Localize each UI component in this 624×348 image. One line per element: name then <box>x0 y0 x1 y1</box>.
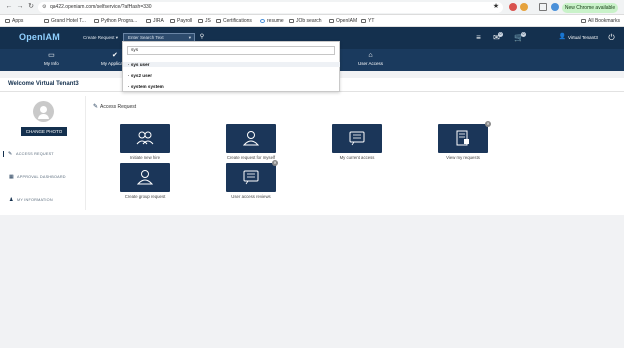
url-text: qa422.openiam.com/selfservice/?afHash=33… <box>50 4 152 10</box>
suggestion-item[interactable]: · sys2 user <box>128 73 152 78</box>
section-title: ✎ Access Request <box>93 104 137 110</box>
change-photo-button[interactable]: CHANGE PHOTO <box>21 127 67 136</box>
chrome-update-button[interactable]: New Chrome available <box>562 3 618 13</box>
wrench-icon: ✎ <box>93 104 99 110</box>
folder-icon <box>581 18 586 23</box>
close-icon[interactable]: ✕ <box>272 160 278 166</box>
bookmark-folder[interactable]: JIRA <box>146 17 164 25</box>
wrench-icon: ✎ <box>8 151 13 157</box>
all-bookmarks[interactable]: All Bookmarks <box>581 17 620 25</box>
tile-create-request-myself[interactable] <box>226 124 276 153</box>
users-icon <box>136 131 154 145</box>
extension-icon[interactable] <box>520 3 528 11</box>
basket-icon: ⌂ <box>368 52 373 59</box>
globe-icon <box>260 18 265 23</box>
cart-count-badge: 0 <box>521 32 526 37</box>
suggestion-item[interactable]: · sys user <box>123 62 340 67</box>
sidebar-item-approval-dashboard[interactable]: ▦ APPROVAL DASHBOARD <box>9 174 66 180</box>
extensions-puzzle-icon[interactable] <box>539 3 547 11</box>
profile-avatar[interactable] <box>551 3 559 11</box>
content-panel <box>0 92 624 215</box>
user-icon <box>242 131 260 146</box>
tile-label: User access reviews <box>231 194 271 199</box>
reload-icon[interactable]: ↻ <box>27 3 35 11</box>
nav-user-access[interactable]: ⌂ User Access <box>358 52 383 66</box>
menu-icon[interactable]: ≡ <box>474 33 483 42</box>
avatar-head <box>40 106 47 113</box>
sidebar-item-my-information[interactable]: ♟ MY INFORMATION <box>9 197 53 203</box>
bookmark-folder[interactable]: OpenIAM <box>329 17 357 25</box>
browser-toolbar: ← → ↻ ⚙ qa422.openiam.com/selfservice/?a… <box>0 0 624 15</box>
folder-icon <box>146 18 151 23</box>
power-icon[interactable]: ⏻ <box>607 33 616 42</box>
tile-label: View my requests <box>446 155 480 160</box>
user-icon: 👤 <box>558 34 567 40</box>
nav-my-info[interactable]: ▭ My Info <box>44 52 59 66</box>
id-card-icon <box>243 170 259 185</box>
dashboard-icon: ▦ <box>9 174 14 180</box>
folder-icon <box>329 18 334 23</box>
site-info-icon[interactable]: ⚙ <box>42 2 46 13</box>
document-lock-icon <box>456 130 469 146</box>
close-icon[interactable]: ✕ <box>485 121 491 127</box>
user-menu[interactable]: Virtual Tenant3 <box>568 35 598 40</box>
bookmark-folder[interactable]: YT <box>361 17 374 25</box>
tile-my-current-access[interactable] <box>332 124 382 153</box>
sidebar-item-access-request[interactable]: ✎ ACCESS REQUEST <box>3 151 54 157</box>
tile-user-access-reviews[interactable] <box>226 163 276 192</box>
back-icon[interactable]: ← <box>5 3 13 11</box>
bookmark-folder[interactable]: JOb search <box>289 17 322 25</box>
tile-label: My current access <box>339 155 375 160</box>
bookmark-item[interactable]: Grand Hotel T... <box>44 17 86 25</box>
sidebar-divider <box>85 96 86 210</box>
bookmark-item[interactable]: Python Progra... <box>94 17 137 25</box>
user-icon: ♟ <box>9 197 14 203</box>
folder-icon <box>198 18 203 23</box>
extension-icon[interactable] <box>509 3 517 11</box>
openiam-logo[interactable]: OpenIAM <box>19 32 60 42</box>
bookmark-apps[interactable]: Apps <box>5 17 23 25</box>
welcome-heading: Welcome Virtual Tenant3 <box>8 81 79 87</box>
suggestion-item[interactable]: · system system <box>128 84 164 89</box>
address-bar[interactable]: ⚙ qa422.openiam.com/selfservice/?afHash=… <box>38 2 503 13</box>
tile-create-group-request[interactable] <box>120 163 170 192</box>
bookmark-folder[interactable]: Certifications <box>216 17 252 25</box>
create-request-select[interactable]: Create Request ▾ <box>83 34 119 42</box>
avatar <box>33 101 54 122</box>
bookmark-item[interactable]: resume <box>260 17 284 25</box>
dropdown-search-input[interactable]: sys <box>127 46 335 55</box>
tile-initiate-new-hire[interactable] <box>120 124 170 153</box>
bookmark-star-icon[interactable]: ★ <box>492 3 500 11</box>
apps-grid-icon <box>5 18 10 23</box>
tile-label: Create group request <box>124 194 166 199</box>
hotel-icon <box>44 18 49 23</box>
bookmark-folder[interactable]: Payroll <box>170 17 192 25</box>
mail-count-badge: 0 <box>498 32 503 37</box>
python-icon <box>94 18 99 23</box>
folder-icon <box>361 18 366 23</box>
id-card-icon: ▭ <box>48 52 55 59</box>
bookmarks-bar: Apps Grand Hotel T... Python Progra... J… <box>0 15 624 27</box>
id-card-icon <box>349 131 365 146</box>
forward-icon[interactable]: → <box>16 3 24 11</box>
folder-icon <box>289 18 294 23</box>
tile-label: Initiate new hire <box>129 155 161 160</box>
search-suggestions-dropdown: sys · sys user · sys2 user · system syst… <box>122 41 340 92</box>
user-icon <box>136 170 154 185</box>
tile-view-my-requests[interactable] <box>438 124 488 153</box>
bookmark-folder[interactable]: JS <box>198 17 211 25</box>
avatar-body <box>38 114 49 119</box>
folder-icon <box>170 18 175 23</box>
folder-icon <box>216 18 221 23</box>
